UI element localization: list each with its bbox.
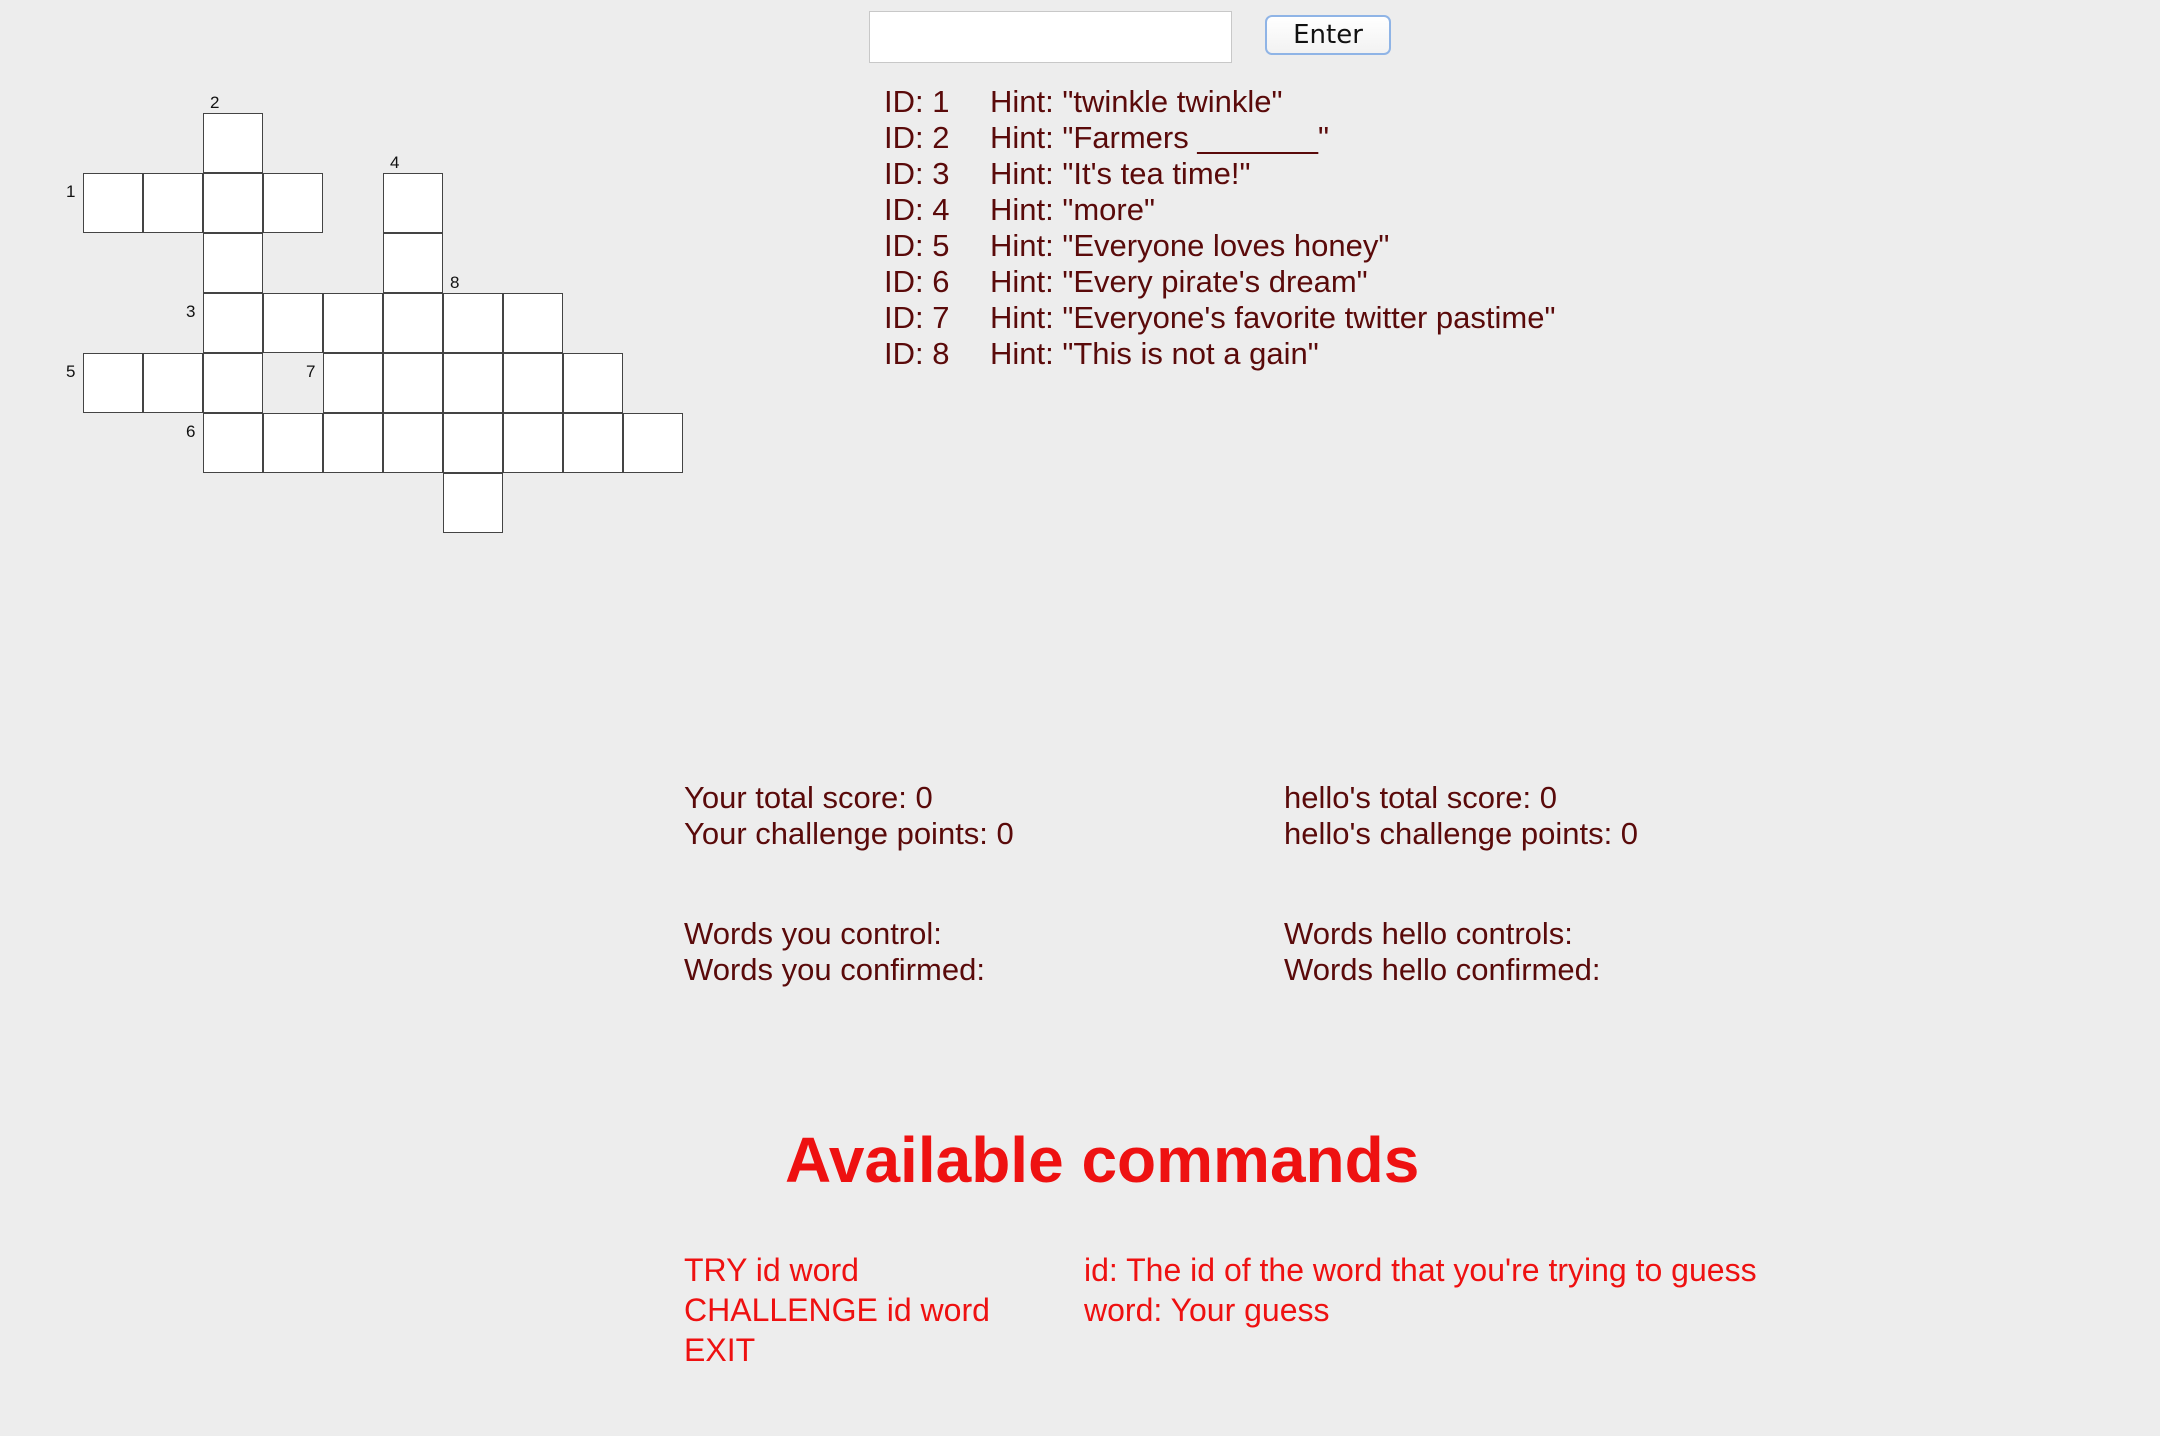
grid-cell[interactable] xyxy=(563,353,623,413)
grid-cell[interactable] xyxy=(143,173,203,233)
grid-cell[interactable] xyxy=(143,353,203,413)
grid-cell[interactable] xyxy=(323,293,383,353)
hint-id: ID: 4 xyxy=(884,192,950,227)
clue-number-8: 8 xyxy=(450,273,460,292)
grid-cell[interactable] xyxy=(383,233,443,293)
words-opponent-controls: Words hello controls: xyxy=(1284,916,1573,951)
command-help-id: id: The id of the word that you're tryin… xyxy=(1084,1252,1757,1288)
grid-cell[interactable] xyxy=(203,413,263,473)
grid-cell[interactable] xyxy=(383,173,443,233)
grid-cell[interactable] xyxy=(503,413,563,473)
hint-id: ID: 3 xyxy=(884,156,950,191)
clue-number-2: 2 xyxy=(210,93,220,112)
command-help-word: word: Your guess xyxy=(1084,1292,1330,1328)
clue-number-5: 5 xyxy=(66,362,76,381)
hint-id: ID: 6 xyxy=(884,264,950,299)
command-challenge: CHALLENGE id word xyxy=(684,1292,990,1328)
command-try: TRY id word xyxy=(684,1252,859,1288)
grid-cell[interactable] xyxy=(263,293,323,353)
grid-cell[interactable] xyxy=(83,353,143,413)
your-challenge-points: Your challenge points: 0 xyxy=(684,816,1014,851)
grid-cell[interactable] xyxy=(203,113,263,173)
hint-text: Hint: "Farmers _______" xyxy=(990,120,1330,155)
crossword-grid: 2 1 4 8 3 5 7 6 xyxy=(0,0,720,560)
hint-id: ID: 1 xyxy=(884,84,950,119)
grid-cell[interactable] xyxy=(623,413,683,473)
grid-cell[interactable] xyxy=(383,293,443,353)
grid-cell[interactable] xyxy=(443,473,503,533)
grid-cell[interactable] xyxy=(443,293,503,353)
enter-button[interactable]: Enter xyxy=(1265,15,1391,55)
grid-cell[interactable] xyxy=(443,353,503,413)
hint-text: Hint: "This is not a gain" xyxy=(990,336,1319,371)
grid-cell[interactable] xyxy=(323,353,383,413)
clue-number-7: 7 xyxy=(306,362,316,381)
hint-text: Hint: "Everyone's favorite twitter pasti… xyxy=(990,300,1556,335)
clue-number-4: 4 xyxy=(390,153,400,172)
hint-text: Hint: "more" xyxy=(990,192,1155,227)
words-you-control: Words you control: xyxy=(684,916,942,951)
hint-id: ID: 2 xyxy=(884,120,950,155)
opponent-challenge-points: hello's challenge points: 0 xyxy=(1284,816,1639,851)
grid-cell[interactable] xyxy=(203,173,263,233)
grid-cell[interactable] xyxy=(323,413,383,473)
your-total-score: Your total score: 0 xyxy=(684,780,933,815)
command-input[interactable] xyxy=(869,11,1232,63)
hint-text: Hint: "twinkle twinkle" xyxy=(990,84,1283,119)
hint-id: ID: 7 xyxy=(884,300,950,335)
grid-cell[interactable] xyxy=(383,353,443,413)
words-you-confirmed: Words you confirmed: xyxy=(684,952,985,987)
clue-number-1: 1 xyxy=(66,182,76,201)
hint-id: ID: 5 xyxy=(884,228,950,263)
grid-cell[interactable] xyxy=(203,293,263,353)
grid-cell[interactable] xyxy=(203,233,263,293)
grid-cell[interactable] xyxy=(503,293,563,353)
hint-text: Hint: "Everyone loves honey" xyxy=(990,228,1390,263)
grid-cell[interactable] xyxy=(203,353,263,413)
grid-cell[interactable] xyxy=(563,413,623,473)
grid-cell[interactable] xyxy=(263,413,323,473)
grid-cell[interactable] xyxy=(83,173,143,233)
opponent-total-score: hello's total score: 0 xyxy=(1284,780,1558,815)
grid-cell[interactable] xyxy=(503,353,563,413)
hint-id: ID: 8 xyxy=(884,336,950,371)
grid-cell[interactable] xyxy=(383,413,443,473)
commands-title: Available commands xyxy=(785,1124,1420,1196)
words-opponent-confirmed: Words hello confirmed: xyxy=(1284,952,1601,987)
command-exit: EXIT xyxy=(684,1332,756,1368)
hint-text: Hint: "It's tea time!" xyxy=(990,156,1251,191)
grid-cell[interactable] xyxy=(263,173,323,233)
grid-cell[interactable] xyxy=(443,413,503,473)
clue-number-6: 6 xyxy=(186,422,196,441)
clue-number-3: 3 xyxy=(186,302,196,321)
hint-text: Hint: "Every pirate's dream" xyxy=(990,264,1368,299)
